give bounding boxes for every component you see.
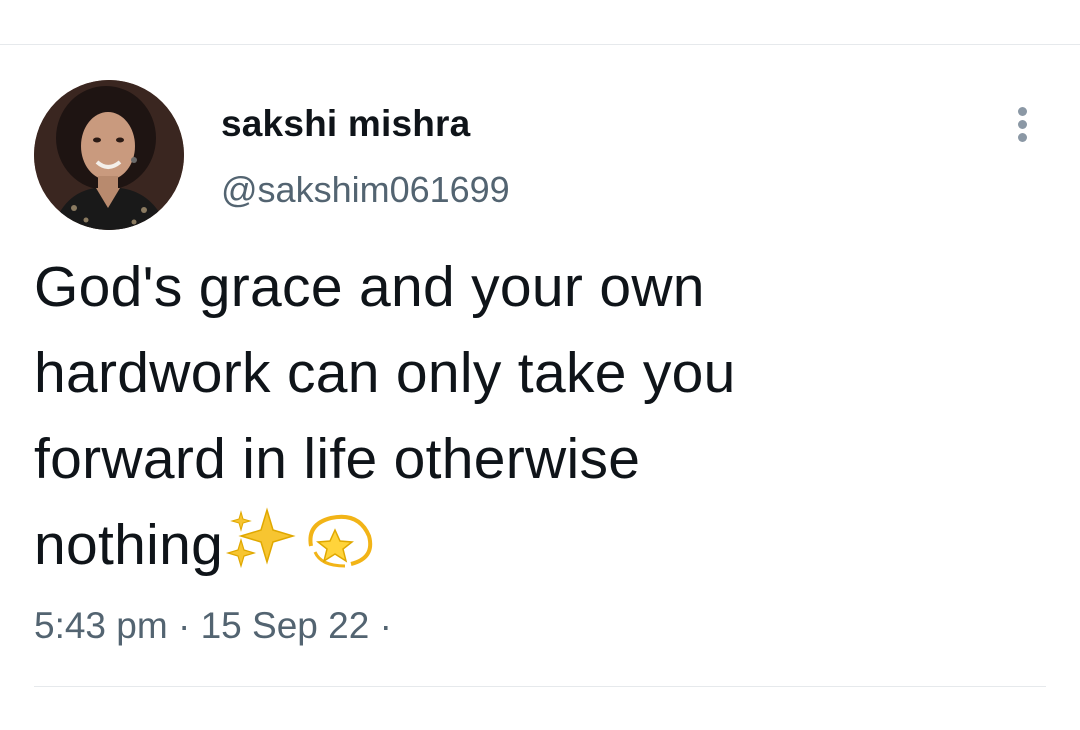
- tweet-text-line: forward in life otherwise: [34, 427, 641, 491]
- more-options-button[interactable]: [1006, 102, 1040, 146]
- tweet-text-line: nothing: [34, 513, 224, 577]
- tweet-text-line: God's grace and your own: [34, 255, 705, 319]
- tweet-text: God's grace and your own hardwork can on…: [34, 244, 1044, 596]
- dizzy-star-icon: [301, 506, 379, 596]
- author-handle[interactable]: @sakshim061699: [221, 168, 510, 212]
- author-display-name[interactable]: sakshi mishra: [221, 102, 470, 146]
- bottom-divider: [34, 686, 1046, 687]
- avatar[interactable]: [34, 80, 184, 230]
- sparkles-icon: [223, 506, 301, 596]
- vertical-ellipsis-icon-dot: [1018, 133, 1027, 142]
- tweet-time: 5:43 pm: [34, 605, 168, 646]
- vertical-ellipsis-icon-dot: [1018, 120, 1027, 129]
- tweet-text-line: hardwork can only take you: [34, 341, 736, 405]
- tweet-date: 15 Sep 22: [200, 605, 370, 646]
- vertical-ellipsis-icon: [1018, 107, 1027, 116]
- separator-dot: ·: [177, 605, 191, 646]
- top-divider: [0, 44, 1080, 45]
- tweet-text-line-last: nothing: [34, 502, 1044, 596]
- separator-dot: ·: [379, 605, 392, 646]
- tweet-timestamp[interactable]: 5:43 pm · 15 Sep 22 ·: [34, 604, 392, 648]
